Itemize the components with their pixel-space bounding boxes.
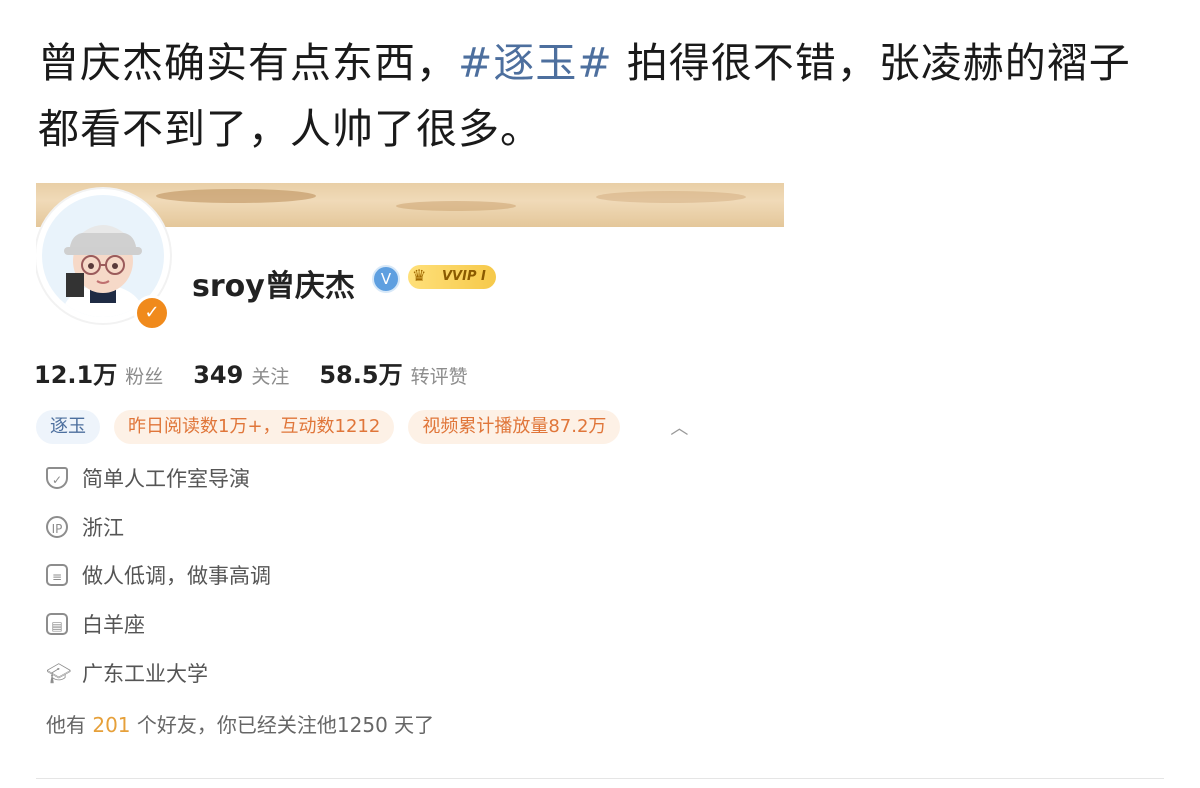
info-text: 简单人工作室导演 xyxy=(82,467,250,491)
stat-value: 58.5万 xyxy=(319,361,403,389)
stat-label: 粉丝 xyxy=(125,366,164,388)
info-location: IP 浙江 xyxy=(46,512,124,542)
info-text: 白羊座 xyxy=(82,613,145,637)
tag-daily-reads[interactable]: 昨日阅读数1万+，互动数1212 xyxy=(114,410,395,444)
stat-label: 转评赞 xyxy=(410,366,468,388)
stat-value: 12.1万 xyxy=(36,361,118,389)
post-text: 曾庆杰确实有点东西，#逐玉# 拍得很不错，张凌赫的褶子都看不到了，人帅了很多。 xyxy=(38,30,1168,162)
info-bio: ≡ 做人低调，做事高调 xyxy=(46,560,271,590)
ip-icon: IP xyxy=(46,516,68,538)
divider xyxy=(36,778,1164,779)
friends-suffix: 个好友，你已经关注他1250 天了 xyxy=(130,713,435,737)
stat-following[interactable]: 349 关注 xyxy=(193,361,289,389)
post-text-before: 曾庆杰确实有点东西， xyxy=(38,39,458,87)
username: sroy曾庆杰 xyxy=(192,269,355,304)
info-text: 广东工业大学 xyxy=(82,662,208,686)
blue-verified-icon: V xyxy=(372,265,400,293)
friends-line: 他有 201 个好友，你已经关注他1250 天了 xyxy=(46,709,434,738)
stat-followers[interactable]: 12.1万 粉丝 xyxy=(36,355,163,390)
info-zodiac: ▤ 白羊座 xyxy=(46,609,145,639)
friends-prefix: 他有 xyxy=(46,713,93,737)
chevron-up-icon[interactable]: ︿ xyxy=(670,414,688,440)
topic-link[interactable]: #逐玉# xyxy=(458,39,613,87)
stat-value: 349 xyxy=(193,361,244,389)
crown-icon: ♛ xyxy=(412,266,427,285)
info-occupation: ✓ 简单人工作室导演 xyxy=(46,463,250,493)
tag-row: 逐玉 昨日阅读数1万+，互动数1212 视频累计播放量87.2万 ︿ xyxy=(36,409,784,445)
tag-video-plays[interactable]: 视频累计播放量87.2万 xyxy=(408,410,621,444)
stat-interactions[interactable]: 58.5万 转评赞 xyxy=(319,355,467,390)
friends-count[interactable]: 201 xyxy=(92,713,130,737)
info-text: 做人低调，做事高调 xyxy=(82,564,271,588)
graduation-cap-icon: 🎓︎ xyxy=(46,661,72,685)
profile-screenshot: ✓ sroy曾庆杰 V ♛ VVIP I 12.1万 粉丝 349 关注 58.… xyxy=(36,183,784,743)
stat-label: 关注 xyxy=(251,366,290,388)
info-text: 浙江 xyxy=(82,516,124,540)
stats-row: 12.1万 粉丝 349 关注 58.5万 转评赞 xyxy=(36,355,490,391)
tag-topic[interactable]: 逐玉 xyxy=(36,410,100,444)
vip-label: VVIP I xyxy=(442,269,486,284)
vip-badge[interactable]: ♛ VVIP I xyxy=(408,265,496,289)
orange-verified-icon: ✓ xyxy=(134,295,170,331)
document-icon: ≡ xyxy=(46,564,68,586)
calendar-icon: ▤ xyxy=(46,613,68,635)
info-school: 🎓︎ 广东工业大学 xyxy=(46,658,208,688)
shield-icon: ✓ xyxy=(46,467,68,489)
